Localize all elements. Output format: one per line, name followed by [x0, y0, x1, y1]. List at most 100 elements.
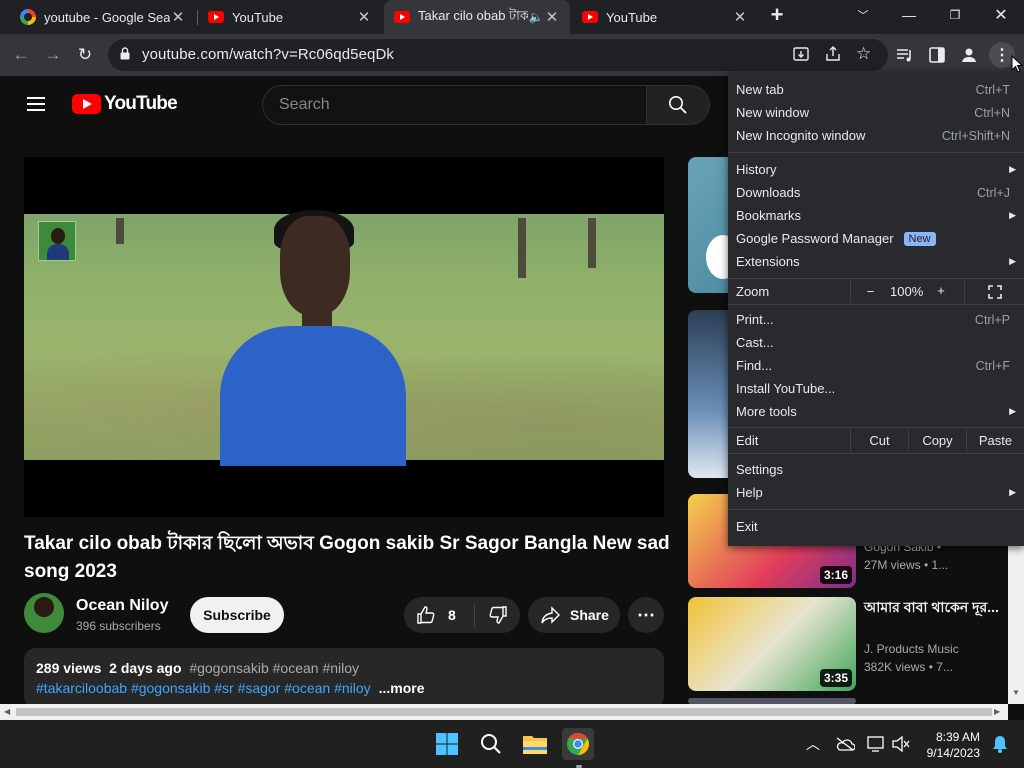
subscribe-button[interactable]: Subscribe: [190, 597, 284, 633]
bookmark-star-icon[interactable]: ☆: [856, 44, 871, 64]
menu-item-settings[interactable]: Settings: [728, 458, 1024, 481]
dislike-button[interactable]: [475, 597, 520, 633]
menu-item-downloads[interactable]: Downloads Ctrl+J: [728, 181, 1024, 204]
related-channel[interactable]: J. Products Music: [864, 642, 959, 656]
windows-taskbar: ︿ 8:39 AM 9/14/2023: [0, 720, 1024, 768]
menu-item-more-tools[interactable]: More tools ▶: [728, 400, 1024, 423]
chrome-taskbar-icon[interactable]: [562, 728, 594, 760]
video-duration: 3:16: [819, 566, 852, 584]
tab-google-search[interactable]: youtube - Google Search ✕: [10, 0, 196, 34]
menu-item-print[interactable]: Print... Ctrl+P: [728, 308, 1024, 331]
search-button[interactable]: [646, 85, 710, 125]
menu-item-history[interactable]: History ▶: [728, 158, 1024, 181]
tab-youtube[interactable]: YouTube ✕: [198, 0, 382, 34]
description-box[interactable]: 289 views 2 days ago #gogonsakib #ocean …: [24, 648, 664, 708]
tab-youtube-2[interactable]: YouTube ✕: [572, 0, 758, 34]
back-arrow-icon[interactable]: ←: [8, 42, 34, 68]
hamburger-menu-icon[interactable]: [27, 93, 45, 115]
channel-name[interactable]: Ocean Niloy: [76, 597, 168, 615]
related-meta: 382K views • 7...: [864, 660, 953, 674]
submenu-arrow-icon: ▶: [1009, 164, 1016, 174]
scroll-down-arrow-icon[interactable]: ▼: [1012, 688, 1020, 697]
zoom-level: 100%: [890, 284, 924, 299]
reload-icon[interactable]: ↻: [72, 42, 98, 68]
submenu-arrow-icon: ▶: [1009, 487, 1016, 497]
menu-item-password-manager[interactable]: Google Password Manager New: [728, 227, 1024, 250]
copy-button[interactable]: Copy: [908, 429, 966, 452]
windows-start-icon[interactable]: [431, 728, 463, 760]
minimize-button[interactable]: —: [886, 0, 932, 30]
thumbs-down-icon: [489, 606, 507, 624]
menu-item-extensions[interactable]: Extensions ▶: [728, 250, 1024, 273]
file-explorer-icon[interactable]: [519, 728, 551, 760]
tab-search-chevron-icon[interactable]: ﹀: [840, 0, 886, 30]
view-count: 289 views: [36, 660, 102, 676]
side-panel-icon[interactable]: [924, 42, 950, 68]
horizontal-scrollbar[interactable]: ◀ ▶: [0, 704, 1008, 720]
scroll-left-arrow-icon[interactable]: ◀: [4, 707, 10, 716]
tab-video-active[interactable]: Takar cilo obab টাকা 🔈 ✕: [384, 0, 570, 34]
new-tab-button[interactable]: +: [754, 0, 800, 30]
video-title: Takar cilo obab টাকার ছিলো অভাব Gogon sa…: [24, 533, 670, 582]
like-button[interactable]: 8: [404, 597, 474, 633]
youtube-logo[interactable]: YouTube: [72, 93, 178, 115]
youtube-icon: [582, 9, 598, 25]
upload-age: 2 days ago: [109, 660, 182, 676]
show-more-link[interactable]: ...more: [379, 680, 425, 696]
close-icon[interactable]: ✕: [170, 8, 186, 26]
cut-button[interactable]: Cut: [850, 429, 908, 452]
search-box: [262, 85, 647, 125]
menu-item-exit[interactable]: Exit: [728, 515, 1024, 538]
speaker-icon[interactable]: 🔈: [528, 10, 544, 24]
install-app-icon[interactable]: [792, 45, 810, 68]
video-duration: 3:35: [819, 669, 852, 687]
menu-item-bookmarks[interactable]: Bookmarks ▶: [728, 204, 1024, 227]
close-icon[interactable]: ✕: [732, 8, 748, 26]
close-icon[interactable]: ✕: [356, 8, 372, 26]
menu-item-help[interactable]: Help ▶: [728, 481, 1024, 504]
paste-button[interactable]: Paste: [966, 429, 1024, 452]
share-button[interactable]: Share: [528, 597, 620, 633]
menu-item-find[interactable]: Find... Ctrl+F: [728, 354, 1024, 377]
close-icon[interactable]: ✕: [544, 8, 560, 26]
restore-button[interactable]: ❐: [932, 0, 978, 30]
zoom-out-button[interactable]: −: [850, 280, 890, 303]
scroll-thumb[interactable]: [16, 708, 992, 716]
tab-title: YouTube: [606, 9, 658, 25]
onedrive-cloud-icon[interactable]: [829, 728, 861, 760]
media-control-icon[interactable]: [892, 42, 918, 68]
show-hidden-icons-chevron-icon[interactable]: ︿: [797, 728, 829, 760]
search-input[interactable]: [263, 86, 646, 124]
fullscreen-icon[interactable]: [964, 280, 1024, 303]
more-actions-icon[interactable]: ⋯: [628, 597, 664, 633]
channel-avatar[interactable]: [24, 593, 64, 633]
description-hashtags[interactable]: #takarciloobab #gogonsakib #sr #sagor #o…: [36, 680, 371, 696]
share-icon[interactable]: [824, 45, 842, 68]
volume-muted-icon[interactable]: [885, 728, 917, 760]
menu-item-new-tab[interactable]: New tab Ctrl+T: [728, 78, 1024, 101]
menu-item-cast[interactable]: Cast...: [728, 331, 1024, 354]
submenu-arrow-icon: ▶: [1009, 256, 1016, 266]
related-thumb-3[interactable]: 3:35: [688, 597, 856, 691]
scroll-right-arrow-icon[interactable]: ▶: [994, 707, 1000, 716]
address-bar[interactable]: youtube.com/watch?v=Rc06qd5eqDk ☆: [108, 39, 888, 71]
menu-item-new-incognito[interactable]: New Incognito window Ctrl+Shift+N: [728, 124, 1024, 147]
thumbs-up-icon: [417, 606, 435, 624]
system-clock[interactable]: 8:39 AM 9/14/2023: [918, 729, 980, 761]
tab-title: Takar cilo obab টাকা: [418, 7, 528, 23]
video-player[interactable]: [24, 157, 664, 517]
zoom-in-button[interactable]: +: [928, 283, 954, 298]
menu-item-new-window[interactable]: New window Ctrl+N: [728, 101, 1024, 124]
menu-item-install-youtube[interactable]: Install YouTube...: [728, 377, 1024, 400]
inline-hashtags[interactable]: #gogonsakib #ocean #niloy: [189, 660, 359, 676]
notification-bell-icon[interactable]: [984, 728, 1016, 760]
forward-arrow-icon[interactable]: →: [40, 42, 66, 68]
menu-item-zoom: Zoom − 100% +: [728, 280, 1024, 303]
close-window-button[interactable]: ✕: [978, 0, 1024, 30]
lock-icon[interactable]: [120, 47, 130, 60]
profile-icon[interactable]: [956, 42, 982, 68]
search-icon: [669, 96, 687, 114]
channel-watermark: [38, 221, 76, 261]
taskbar-search-icon[interactable]: [475, 728, 507, 760]
related-title[interactable]: আমার বাবা থাকেন দূর...: [864, 597, 1004, 617]
